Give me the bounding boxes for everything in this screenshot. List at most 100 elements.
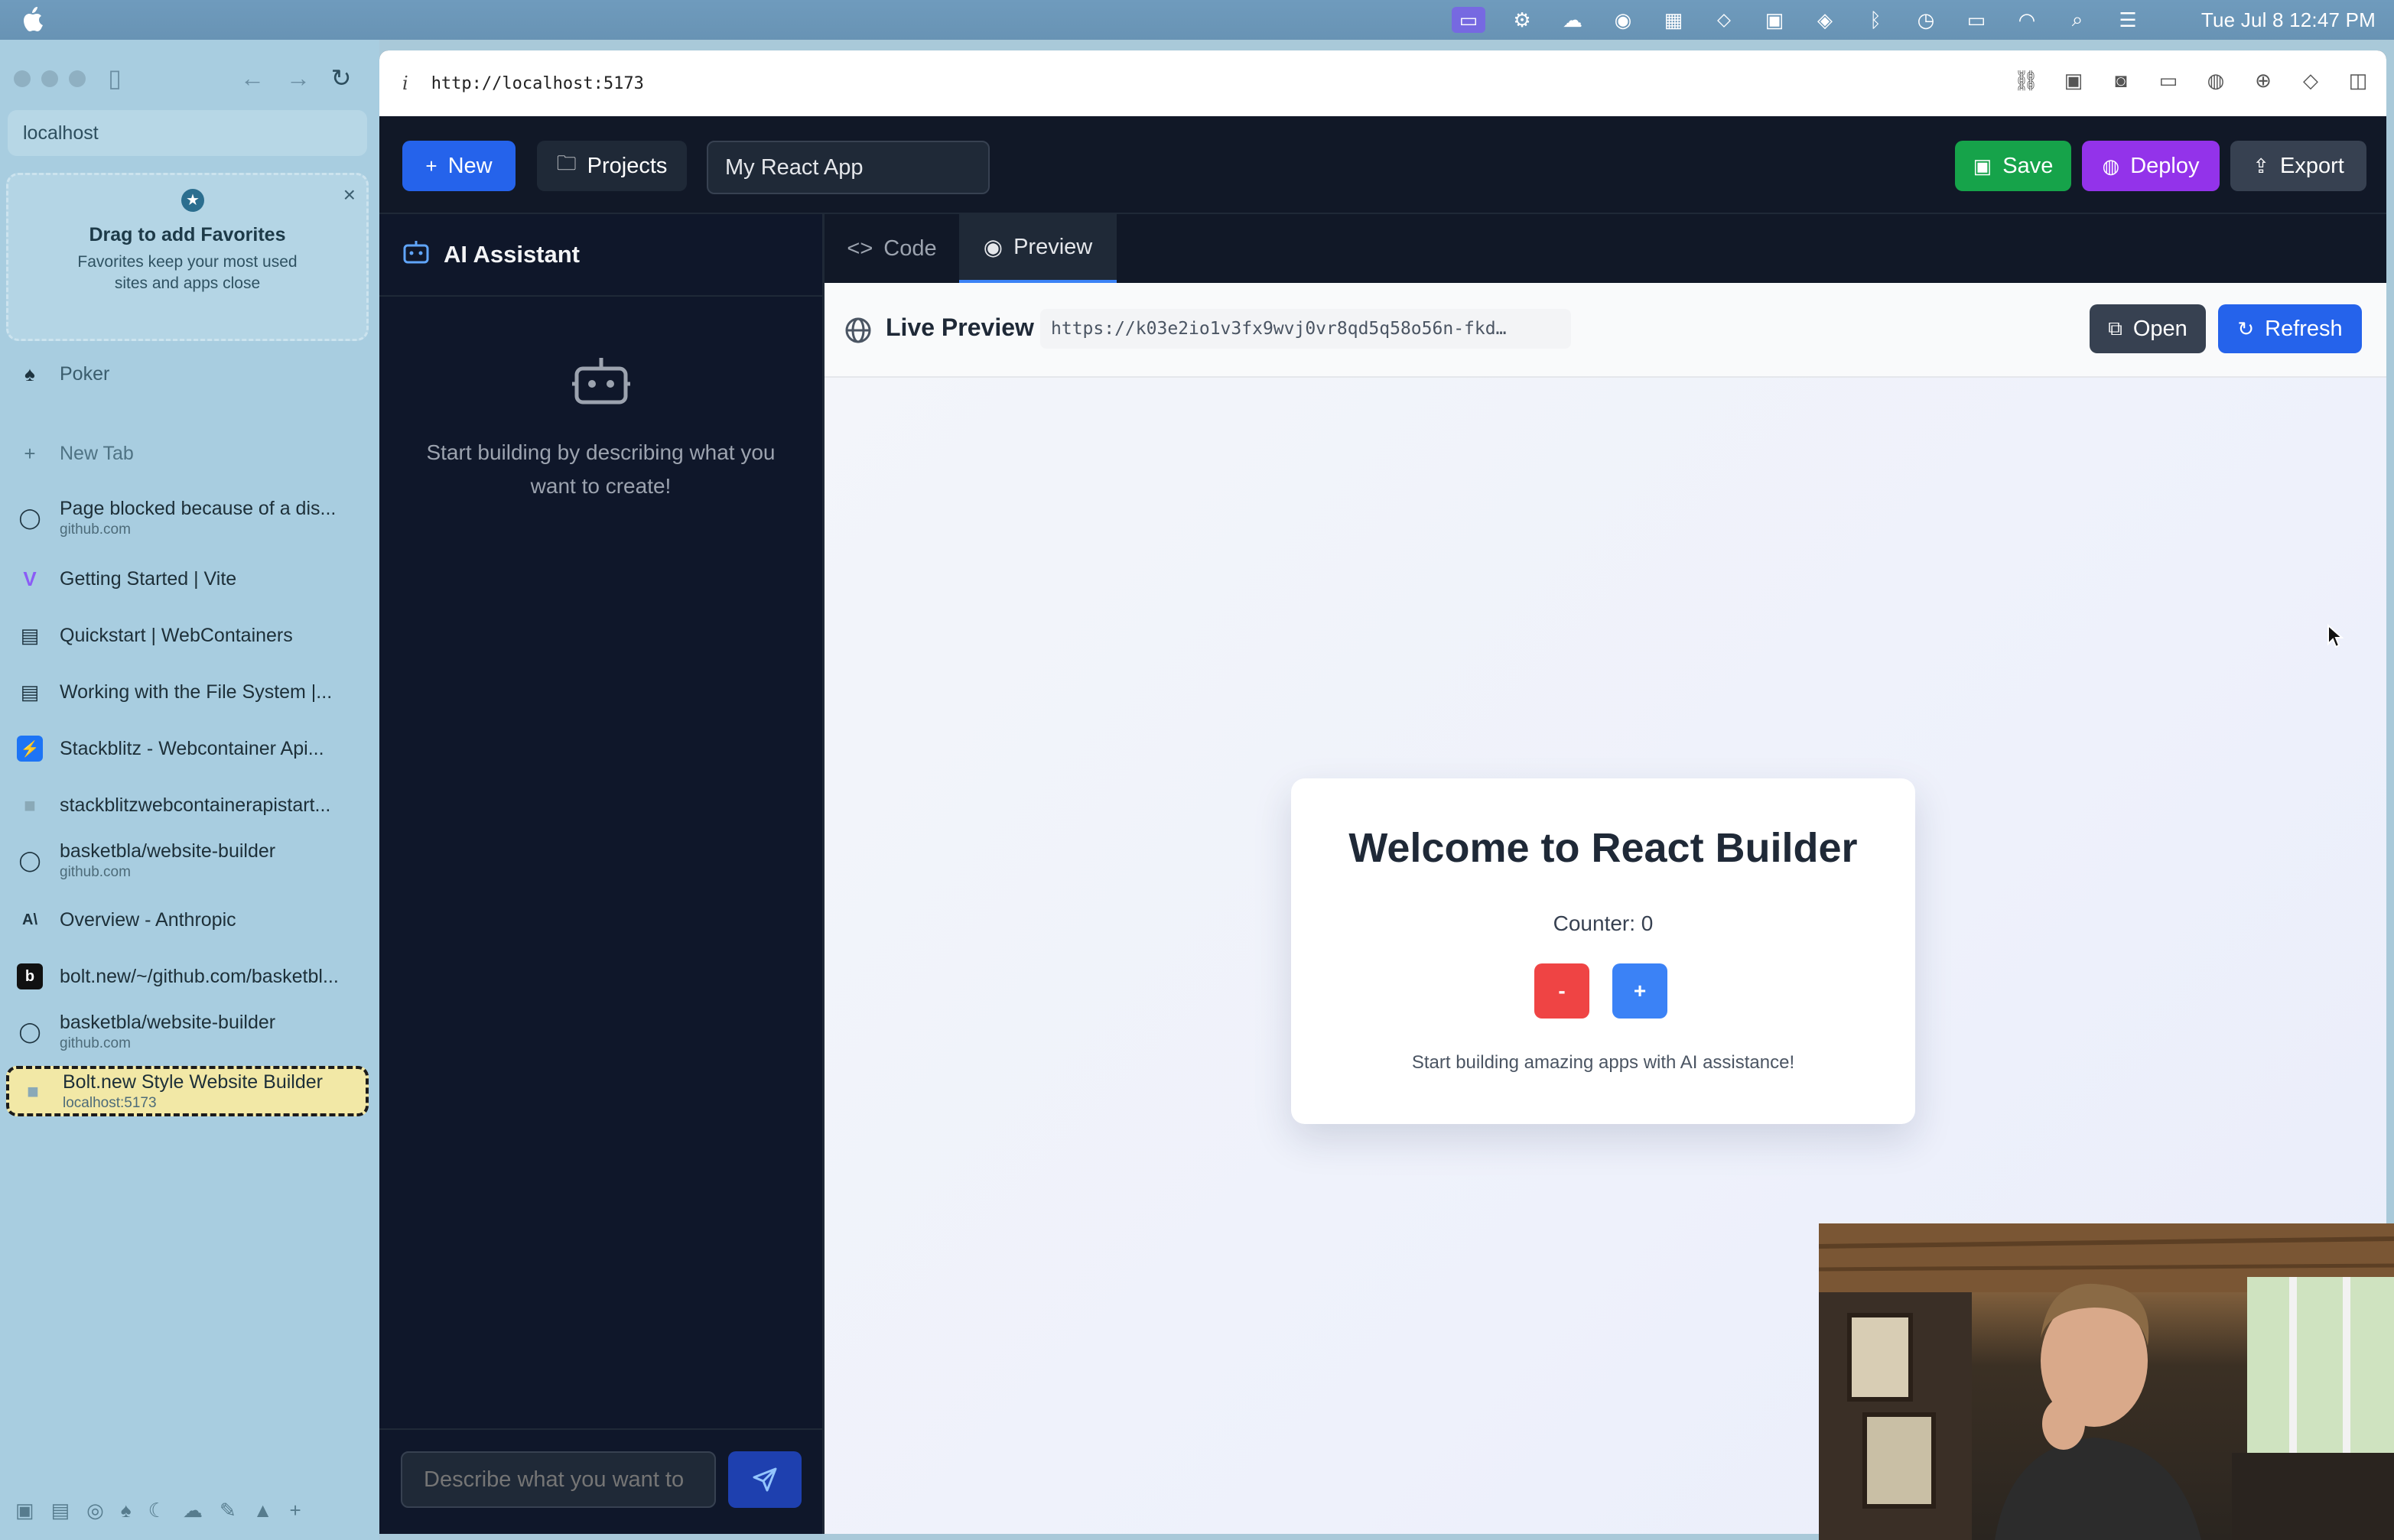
pinned-tab-poker[interactable]: ♠ Poker <box>6 355 369 393</box>
increment-button[interactable]: + <box>1612 963 1667 1019</box>
external-link-icon: ⧉ <box>2108 317 2122 340</box>
new-button[interactable]: + New <box>402 141 516 191</box>
close-window-button[interactable] <box>14 70 31 87</box>
screen-share-icon[interactable]: ▭ <box>1452 7 1485 33</box>
split-view-icon[interactable]: ◫ <box>2345 67 2371 93</box>
display-icon[interactable]: ▣ <box>1761 8 1788 31</box>
anthropic-icon: A\ <box>22 911 37 928</box>
spade-space-icon[interactable]: ♠ <box>121 1499 132 1522</box>
send-button[interactable] <box>728 1451 802 1508</box>
close-icon[interactable]: × <box>343 183 356 207</box>
cloud-space-icon[interactable]: ☁ <box>183 1499 203 1522</box>
save-button[interactable]: ▣ Save <box>1955 141 2071 191</box>
camera-icon[interactable]: ◙ <box>2108 67 2134 93</box>
github-icon: ◯ <box>18 1019 41 1043</box>
window-icon[interactable]: ▭ <box>2155 67 2181 93</box>
globe-icon <box>845 317 871 343</box>
refresh-button-label: Refresh <box>2265 316 2343 341</box>
browser-sidebar: ▯ ← → ↻ localhost ★ × Drag to add Favori… <box>0 40 379 1540</box>
archive-icon[interactable]: ▣ <box>15 1499 34 1522</box>
decrement-button[interactable]: - <box>1534 963 1589 1019</box>
reload-icon[interactable]: ↻ <box>324 61 358 95</box>
settings-badge-icon[interactable]: ⚙ <box>1508 8 1536 31</box>
page-icon: ■ <box>24 793 36 817</box>
tab-label: Quickstart | WebContainers <box>60 624 293 646</box>
save-button-label: Save <box>2002 153 2054 178</box>
sidebar-tab[interactable]: A\ Overview - Anthropic <box>6 899 369 941</box>
favorites-dropzone[interactable]: ★ × Drag to add Favorites Favorites keep… <box>6 173 369 341</box>
pen-space-icon[interactable]: ✎ <box>220 1499 236 1522</box>
open-button[interactable]: ⧉ Open <box>2090 304 2206 353</box>
tab-domain: github.com <box>60 1035 131 1051</box>
sidebar-tab[interactable]: ◯ basketbla/website-builder github.com <box>6 835 369 885</box>
capture-icon[interactable]: ▣ <box>2061 67 2087 93</box>
new-tab-button[interactable]: + New Tab <box>6 434 369 473</box>
crosshair-icon[interactable]: ⊕ <box>2250 67 2276 93</box>
zoom-window-button[interactable] <box>69 70 86 87</box>
calendar-icon[interactable]: ▦ <box>1660 8 1687 31</box>
sidebar-toggle-icon[interactable]: ▯ <box>98 61 132 95</box>
tab-label: Overview - Anthropic <box>60 908 236 931</box>
project-name-input[interactable]: My React App <box>707 141 990 194</box>
spade-icon: ♠ <box>24 362 35 385</box>
sidebar-tab[interactable]: ▤ Working with the File System |... <box>6 671 369 713</box>
export-icon: ⇪ <box>2253 154 2269 177</box>
projects-button[interactable]: 🗀 Projects <box>537 141 687 191</box>
tab-preview[interactable]: ◉ Preview <box>959 214 1117 283</box>
deploy-button[interactable]: ◍ Deploy <box>2082 141 2220 191</box>
space-icon[interactable]: ◎ <box>86 1499 104 1522</box>
spotlight-search-icon[interactable]: ⌕ <box>2064 8 2091 31</box>
ai-assistant-title: AI Assistant <box>444 241 581 268</box>
tab-label: basketbla/website-builder <box>60 840 276 862</box>
bolt-icon: b <box>17 963 43 989</box>
ai-prompt-input[interactable] <box>401 1451 716 1508</box>
tab-code[interactable]: <> Code <box>825 214 959 283</box>
sidebar-tab[interactable]: ⚡ Stackblitz - Webcontainer Api... <box>6 728 369 769</box>
bluetooth-icon[interactable]: ᛒ <box>1862 8 1889 31</box>
editor-tabs: <> Code ◉ Preview <box>825 214 2386 283</box>
sidebar-url-bar[interactable]: localhost <box>8 110 367 156</box>
tab-preview-label: Preview <box>1013 234 1093 259</box>
sidebar-tab[interactable]: ■ stackblitzwebcontainerapistart... <box>6 785 369 826</box>
star-icon: ★ <box>181 189 204 212</box>
back-arrow-icon[interactable]: ← <box>237 61 268 95</box>
address-bar[interactable]: i http://localhost:5173 ⛓ ▣ ◙ ▭ ◍ ⊕ ◇ ◫ <box>379 50 2386 116</box>
page-icon: ■ <box>27 1079 39 1103</box>
robot-icon <box>402 239 430 270</box>
control-center-icon[interactable]: ☰ <box>2114 8 2142 31</box>
triangle-space-icon[interactable]: ▲ <box>253 1499 273 1522</box>
sidebar-tab[interactable]: ▤ Quickstart | WebContainers <box>6 615 369 656</box>
pin-icon[interactable]: ⬦ <box>1710 8 1738 31</box>
moon-space-icon[interactable]: ☾ <box>148 1499 166 1522</box>
sidebar-tab[interactable]: ◯ basketbla/website-builder github.com <box>6 1006 369 1057</box>
add-space-icon[interactable]: + <box>290 1499 301 1522</box>
layers-icon[interactable]: ◈ <box>1811 8 1839 31</box>
tab-label: Stackblitz - Webcontainer Api... <box>60 737 324 759</box>
export-button[interactable]: ⇪ Export <box>2230 141 2366 191</box>
sidebar-tab[interactable]: b bolt.new/~/github.com/basketbl... <box>6 956 369 997</box>
refresh-button[interactable]: ↻ Refresh <box>2218 304 2362 353</box>
clock-history-icon[interactable]: ◷ <box>1912 8 1940 31</box>
folder-icon[interactable]: ▤ <box>51 1499 70 1522</box>
tab-label: Getting Started | Vite <box>60 567 237 590</box>
wifi-icon[interactable]: ◠ <box>2013 8 2041 31</box>
cloud-icon[interactable]: ☁ <box>1559 8 1586 31</box>
sidebar-tab[interactable]: ◯ Page blocked because of a dis... github… <box>6 492 369 543</box>
minimize-window-button[interactable] <box>41 70 58 87</box>
forward-arrow-icon[interactable]: → <box>283 61 314 95</box>
apple-logo-icon[interactable] <box>21 6 43 32</box>
sidebar-tab-active[interactable]: ■ Bolt.new Style Website Builder localhos… <box>6 1066 369 1116</box>
sidebar-tab[interactable]: V Getting Started | Vite <box>6 558 369 599</box>
address-url[interactable]: http://localhost:5173 <box>431 74 644 93</box>
globe-icon[interactable]: ◍ <box>2203 67 2229 93</box>
site-info-icon[interactable]: i <box>402 73 408 94</box>
send-icon <box>753 1467 777 1492</box>
link-icon[interactable]: ⛓ <box>2013 67 2039 93</box>
record-icon[interactable]: ◉ <box>1609 8 1637 31</box>
app-title: Welcome to React Builder <box>1348 825 1858 871</box>
sidebar-footer: ▣ ▤ ◎ ♠ ☾ ☁ ✎ ▲ + <box>15 1499 301 1522</box>
battery-icon[interactable]: ▭ <box>1963 8 1990 31</box>
extensions-icon[interactable]: ◇ <box>2298 67 2324 93</box>
robot-icon <box>571 356 630 405</box>
menubar-clock[interactable]: Tue Jul 8 12:47 PM <box>2201 8 2376 32</box>
